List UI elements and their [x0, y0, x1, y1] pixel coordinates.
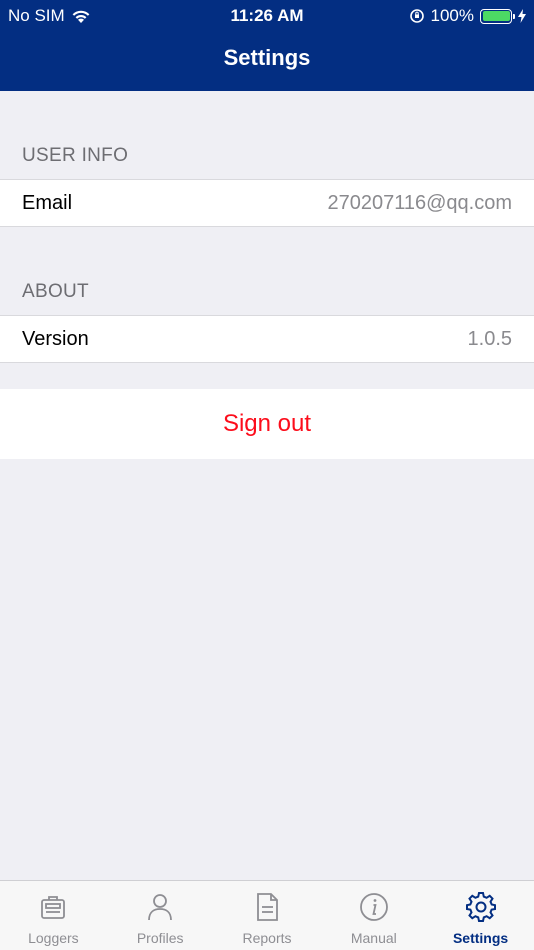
sign-out-button[interactable]: Sign out	[0, 389, 534, 459]
tab-reports[interactable]: Reports	[214, 881, 321, 950]
tab-bar: Loggers Profiles Reports Manual Settings	[0, 880, 534, 950]
tab-manual[interactable]: Manual	[320, 881, 427, 950]
document-icon	[257, 893, 278, 921]
version-value: 1.0.5	[467, 327, 512, 350]
navigation-header: No SIM 11:26 AM 100% Settings	[0, 0, 534, 91]
orientation-lock-icon	[409, 9, 424, 23]
version-row: Version 1.0.5	[0, 315, 534, 363]
tab-label-profiles: Profiles	[136, 930, 184, 946]
tab-label-manual: Manual	[350, 930, 397, 946]
section-header-about: ABOUT	[22, 281, 89, 302]
battery-percent: 100%	[430, 6, 474, 25]
tab-loggers[interactable]: Loggers	[0, 881, 107, 950]
tab-label-loggers: Loggers	[28, 930, 79, 946]
page-title: Settings	[223, 45, 311, 70]
tab-profiles[interactable]: Profiles	[107, 881, 214, 950]
version-label: Version	[22, 327, 89, 350]
battery-icon	[480, 8, 515, 24]
logger-icon	[41, 896, 66, 919]
tab-label-settings: Settings	[452, 930, 509, 946]
person-icon	[148, 894, 173, 921]
email-row: Email 270207116@qq.com	[0, 179, 534, 227]
tab-label-reports: Reports	[242, 930, 292, 946]
tab-settings[interactable]: Settings	[427, 881, 534, 950]
status-bar: No SIM 11:26 AM 100%	[0, 0, 534, 30]
email-value: 270207116@qq.com	[327, 191, 512, 214]
info-icon	[359, 893, 388, 921]
status-right: 100%	[409, 6, 526, 26]
email-label: Email	[22, 191, 73, 214]
gear-icon	[465, 892, 496, 922]
battery-fill	[482, 11, 510, 21]
charging-icon	[518, 9, 526, 23]
section-header-user-info: USER INFO	[22, 145, 129, 166]
